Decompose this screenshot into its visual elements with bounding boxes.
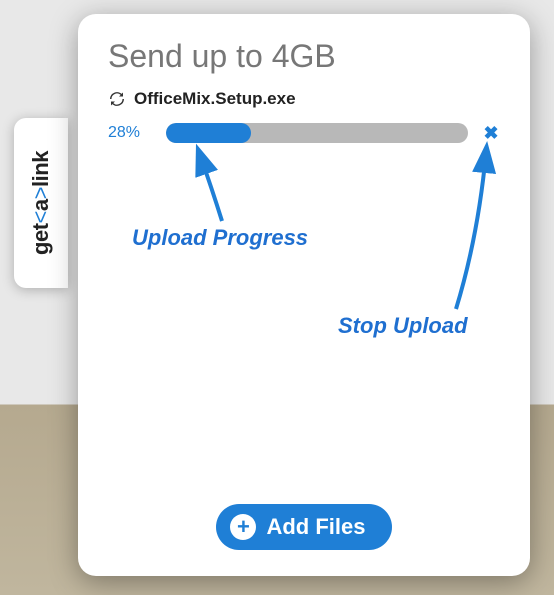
arrow-stop-upload (428, 147, 498, 317)
upload-card: Send up to 4GB OfficeMix.Setup.exe 28% ✖… (78, 14, 530, 576)
refresh-icon (108, 90, 126, 108)
stop-upload-button[interactable]: ✖ (482, 124, 500, 142)
progress-fill (166, 123, 251, 143)
add-files-button[interactable]: + Add Files (216, 504, 391, 550)
progress-percent: 28% (108, 124, 152, 142)
close-icon: ✖ (483, 123, 498, 144)
add-files-label: Add Files (266, 514, 365, 540)
brand-side-tab[interactable]: get<a>link (14, 118, 68, 288)
annotation-stop-upload: Stop Upload (338, 313, 468, 339)
card-title: Send up to 4GB (108, 38, 500, 75)
progress-bar (166, 123, 468, 143)
file-row: OfficeMix.Setup.exe (108, 89, 500, 109)
progress-row: 28% ✖ (108, 123, 500, 143)
file-name: OfficeMix.Setup.exe (134, 89, 296, 109)
plus-icon: + (230, 514, 256, 540)
annotation-upload-progress: Upload Progress (132, 225, 308, 251)
arrow-upload-progress (192, 149, 252, 229)
annotations-layer: Upload Progress Stop Upload (108, 151, 500, 401)
brand-label: get<a>link (28, 151, 54, 255)
